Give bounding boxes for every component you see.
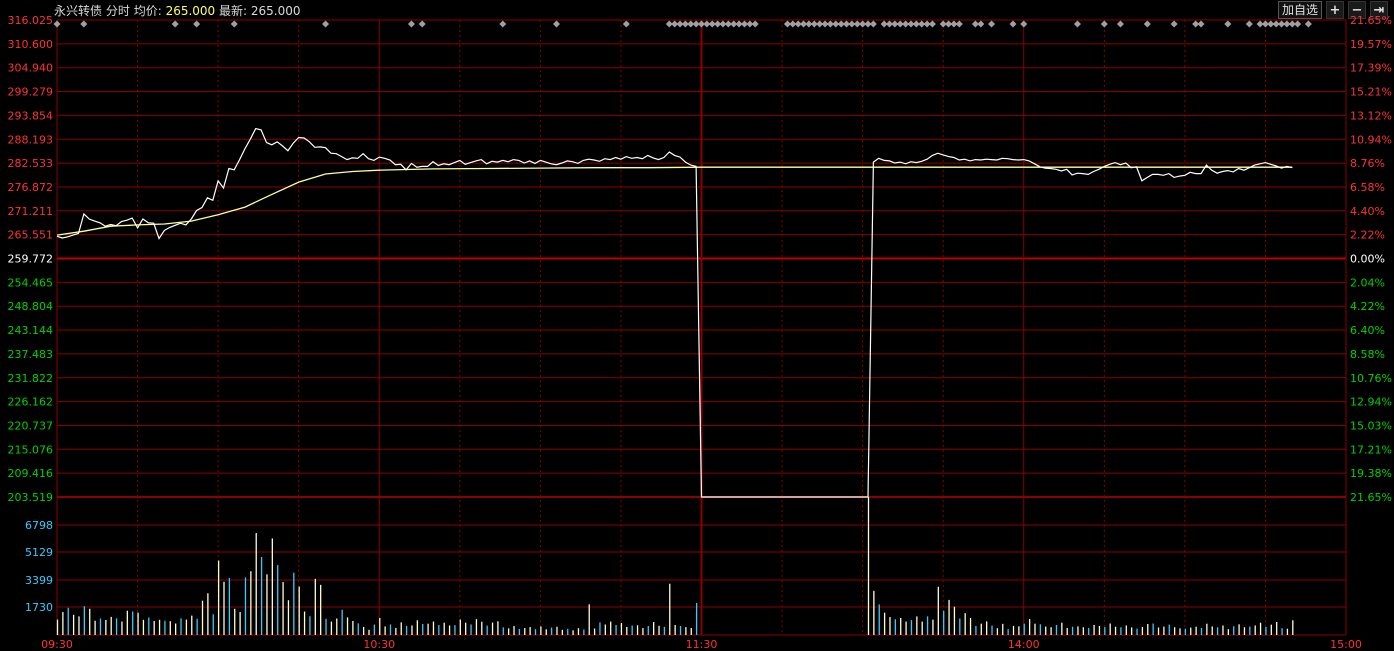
price-tick-label: 316.025 [8,14,54,27]
event-marker [171,20,179,28]
price-tick-label: 243.144 [8,324,54,337]
price-tick-label: 237.483 [8,348,54,361]
event-marker [552,20,560,28]
pct-tick-label: 15.21% [1350,86,1392,99]
pct-tick-label: 12.94% [1350,396,1392,409]
event-marker [1294,20,1302,28]
event-marker [230,20,238,28]
volume-tick-label: 5129 [25,546,53,559]
pct-tick-label: 4.22% [1350,300,1385,313]
price-tick-label: 299.279 [8,86,54,99]
event-marker [53,20,61,28]
event-marker [1116,20,1124,28]
event-marker [1143,20,1151,28]
pct-tick-label: 6.58% [1350,181,1385,194]
event-marker [1245,20,1253,28]
pct-tick-label: 2.22% [1350,229,1385,242]
pct-tick-label: 15.03% [1350,419,1392,432]
time-tick-label: 11:30 [686,638,718,651]
event-marker [1020,20,1028,28]
event-marker [1170,20,1178,28]
price-tick-label: 254.465 [8,276,54,289]
event-marker [1224,20,1232,28]
event-marker [418,20,426,28]
event-marker [751,20,759,28]
price-tick-label: 231.822 [8,372,54,385]
pct-tick-label: 6.40% [1350,324,1385,337]
event-marker [80,20,88,28]
event-marker [1304,20,1312,28]
pct-tick-label: 19.57% [1350,38,1392,51]
price-tick-label: 271.211 [8,205,54,218]
event-marker [499,20,507,28]
time-tick-label: 14:00 [1008,638,1040,651]
event-marker [977,20,985,28]
pct-tick-label: 21.65% [1350,14,1392,27]
pct-tick-label: 17.21% [1350,443,1392,456]
volume-tick-label: 3399 [25,574,53,587]
event-marker [193,20,201,28]
price-tick-label: 304.940 [8,62,54,75]
time-tick-label: 09:30 [41,638,73,651]
event-marker [322,20,330,28]
event-marker [1100,20,1108,28]
event-marker [869,20,877,28]
pct-tick-label: 10.94% [1350,133,1392,146]
event-marker [1073,20,1081,28]
price-lines [56,127,1293,498]
pct-tick-label: 19.38% [1350,467,1392,480]
price-line [56,127,1293,498]
price-tick-label: 203.519 [8,491,54,504]
price-tick-label: 220.737 [8,419,54,432]
event-marker [955,20,963,28]
event-marker [1197,20,1205,28]
pct-tick-label: 8.76% [1350,157,1385,170]
event-marker [622,20,630,28]
pct-tick-label: 10.76% [1350,372,1392,385]
event-marker [928,20,936,28]
volume-tick-label: 1730 [25,601,53,614]
event-marker [407,20,415,28]
event-markers [53,20,1312,28]
price-tick-label: 293.854 [8,109,54,122]
event-marker [988,20,996,28]
price-tick-label: 248.804 [8,300,54,313]
avg-price-line [56,166,1293,236]
price-tick-label: 215.076 [8,443,54,456]
pct-tick-label: 0.00% [1350,253,1385,266]
pct-tick-label: 17.39% [1350,62,1392,75]
price-tick-label: 259.772 [8,253,54,266]
time-tick-label: 10:30 [363,638,395,651]
pct-tick-label: 13.12% [1350,109,1392,122]
price-tick-label: 265.551 [8,229,54,242]
pct-tick-label: 2.04% [1350,276,1385,289]
volume-bars [56,497,1294,635]
pct-tick-label: 4.40% [1350,205,1385,218]
price-tick-label: 288.193 [8,133,54,146]
price-tick-label: 282.533 [8,157,54,170]
axis-labels: 316.025 21.65% 310.600 19.57% 304.940 17.39% 2… [8,14,1392,651]
volume-tick-label: 6798 [25,519,53,532]
price-tick-label: 276.872 [8,181,54,194]
price-tick-label: 310.600 [8,38,54,51]
pct-tick-label: 21.65% [1350,491,1392,504]
intraday-chart: 316.025 21.65% 310.600 19.57% 304.940 17.39% 2… [8,14,1392,651]
price-tick-label: 226.162 [8,396,54,409]
price-tick-label: 209.416 [8,467,54,480]
event-marker [1009,20,1017,28]
time-tick-label: 15:00 [1330,638,1362,651]
chart-grid [56,19,1347,636]
pct-tick-label: 8.58% [1350,348,1385,361]
